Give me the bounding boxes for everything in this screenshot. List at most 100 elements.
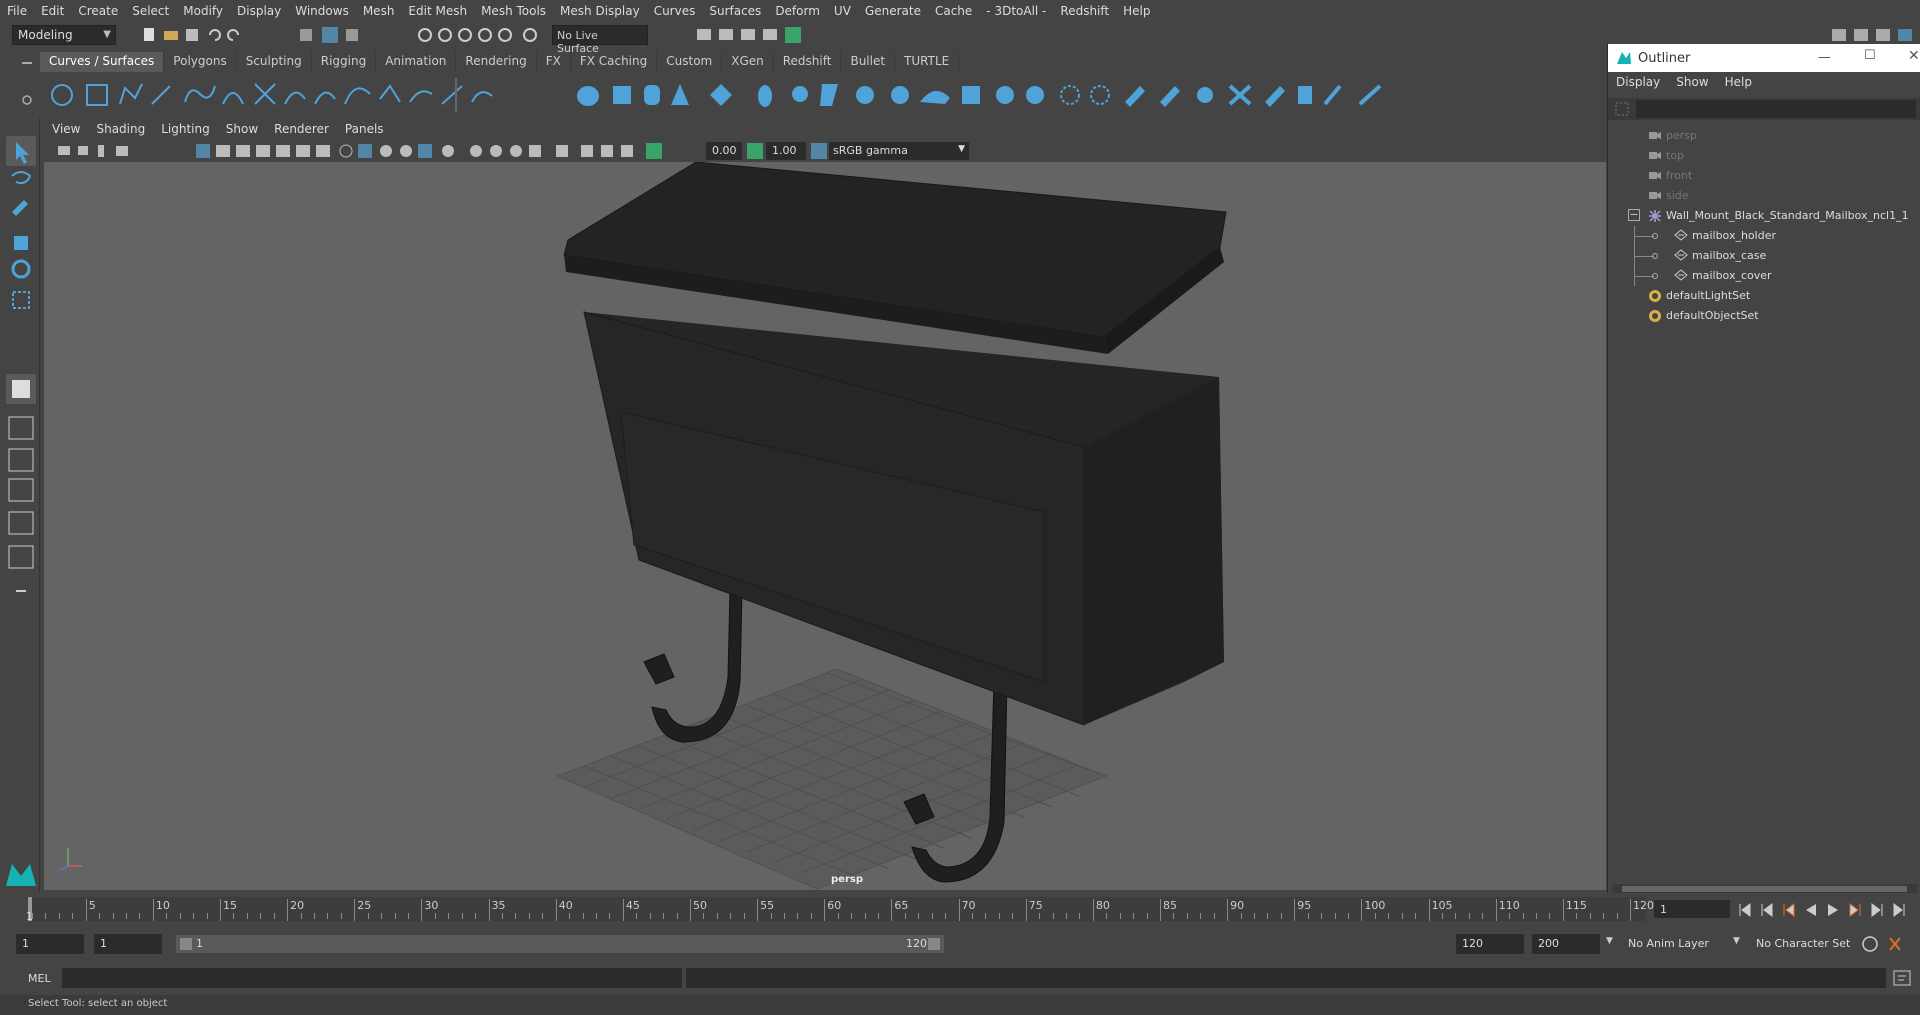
shelf-tab-curves-surfaces[interactable]: Curves / Surfaces [40,52,165,72]
viewport-menu-panels[interactable]: Panels [337,122,392,140]
menu-generate[interactable]: Generate [858,4,928,18]
close-icon[interactable]: ✕ [1908,48,1920,64]
viewport-menu-lighting[interactable]: Lighting [153,122,218,140]
render-view-icon [697,29,711,40]
persp-outliner-layout-icon [8,448,34,472]
colorspace-dropdown[interactable]: sRGB gamma ▼ [829,142,969,160]
menu-curves[interactable]: Curves [647,4,703,18]
character-set-dropdown[interactable]: No Character Set [1750,934,1870,954]
visibility-dot-icon [1652,273,1658,279]
menu-modify[interactable]: Modify [176,4,230,18]
axis-gizmo [59,848,82,871]
range-end-handle[interactable] [928,938,940,950]
outliner-menu-help[interactable]: Help [1717,75,1760,89]
shelf-tab-fx-caching[interactable]: FX Caching [570,52,658,72]
single-perspective-layout-icon [12,380,30,398]
range-start-handle[interactable] [180,938,192,950]
shelf-tab-rigging[interactable]: Rigging [311,52,377,72]
playback-start-field[interactable]: 1 [94,934,162,954]
shelf-tab-redshift[interactable]: Redshift [773,52,842,72]
script-editor-icon[interactable] [1892,968,1912,988]
collapse-icon[interactable]: − [1628,209,1640,221]
menu-create[interactable]: Create [71,4,125,18]
menu-mesh[interactable]: Mesh [356,4,402,18]
minimize-icon[interactable]: — [1818,50,1831,65]
anim-layer-dropdown[interactable]: No Anim Layer [1622,934,1742,954]
timeline-tick [1428,899,1430,921]
mesh-icon [1674,249,1688,264]
timeline-tick [1603,913,1605,919]
timeline-tick [1227,899,1229,921]
timeline-tick-label: 60 [827,899,842,912]
menu-mesh-tools[interactable]: Mesh Tools [474,4,553,18]
timeline-tick [1052,913,1054,919]
scene-end-field[interactable]: 200 [1532,934,1600,954]
select-object-icon [322,27,338,43]
scene-start-field[interactable]: 1 [16,934,84,954]
timeline-tick [1079,913,1081,919]
outliner-filter-field[interactable] [1608,98,1920,120]
mesh-icon [1674,229,1688,244]
menu-edit-mesh[interactable]: Edit Mesh [401,4,474,18]
maximize-icon[interactable]: ☐ [1864,48,1876,63]
timeline-tick-label: 35 [491,899,506,912]
range-start-label: 1 [196,937,203,950]
color-management-icon[interactable] [810,142,828,160]
shelf-tab-fx[interactable]: FX [536,52,571,72]
four-view-layout-icon [8,416,34,440]
shelf-tab-bullet[interactable]: Bullet [841,52,896,72]
outliner-item-label: mailbox_case [1692,249,1767,262]
menu-deform[interactable]: Deform [768,4,827,18]
nurbs-circle-icon [51,84,73,106]
range-slider[interactable]: 1 120 [176,935,944,953]
shelf-tab-custom[interactable]: Custom [657,52,723,72]
timeline-tick [810,913,812,919]
open-scene-icon [164,31,178,40]
shelf-tab-turtle[interactable]: TURTLE [895,52,960,72]
viewport-menu-view[interactable]: View [44,122,88,140]
menu-mesh-display[interactable]: Mesh Display [553,4,647,18]
chevron-down-icon[interactable]: ▼ [1733,936,1740,946]
mel-label[interactable]: MEL [28,972,51,985]
menu-3dtoall[interactable]: - 3DtoAll - [979,4,1053,18]
chevron-down-icon[interactable]: ▼ [1606,936,1613,946]
viewport-menu-show[interactable]: Show [218,122,266,140]
outliner-menu-display[interactable]: Display [1608,75,1668,89]
playback-end-field[interactable]: 120 [1456,934,1524,954]
menu-surfaces[interactable]: Surfaces [702,4,768,18]
shelf-tab-animation[interactable]: Animation [376,52,457,72]
shelf-tab-rendering[interactable]: Rendering [456,52,537,72]
timeline-tick-label: 120 [1633,899,1654,912]
current-frame-field[interactable]: 1 [1654,900,1730,918]
viewport-panel[interactable]: persp [44,162,1606,890]
gamma-field[interactable]: 1.00 [766,142,806,160]
nurbs-square-icon [86,84,108,106]
live-surface-field[interactable]: No Live Surface [552,25,648,55]
save-scene-icon [186,29,198,41]
viewport-menu-shading[interactable]: Shading [88,122,153,140]
timeline-tick [287,899,289,921]
shelf-tab-polygons[interactable]: Polygons [164,52,237,72]
menu-cache[interactable]: Cache [928,4,979,18]
menu-redshift[interactable]: Redshift [1053,4,1116,18]
time-ruler[interactable]: 5 10 15 20 25 30 35 40 45 50 55 60 65 70 75 80 85 90 95 100… [28,897,1654,921]
viewport-menu-renderer[interactable]: Renderer [266,122,337,140]
menu-edit[interactable]: Edit [34,4,71,18]
timeline-tick [381,913,383,919]
visibility-dot-icon [1652,253,1658,259]
menu-file[interactable]: File [0,4,34,18]
outliner-menu-show[interactable]: Show [1668,75,1716,89]
menu-help[interactable]: Help [1116,4,1157,18]
menu-display[interactable]: Display [230,4,288,18]
shelf-tab-xgen[interactable]: XGen [722,52,774,72]
mode-selector[interactable]: Modeling ▼ [12,25,116,45]
shelf-tab-sculpting[interactable]: Sculpting [236,52,312,72]
command-input[interactable] [62,968,682,988]
timeline-tick [1562,899,1564,921]
timeline-tick [1186,913,1188,919]
menu-windows[interactable]: Windows [288,4,356,18]
menu-select[interactable]: Select [125,4,176,18]
shelf-options-icon[interactable] [20,58,34,112]
exposure-field[interactable]: 0.00 [706,142,742,160]
menu-uv[interactable]: UV [827,4,858,18]
